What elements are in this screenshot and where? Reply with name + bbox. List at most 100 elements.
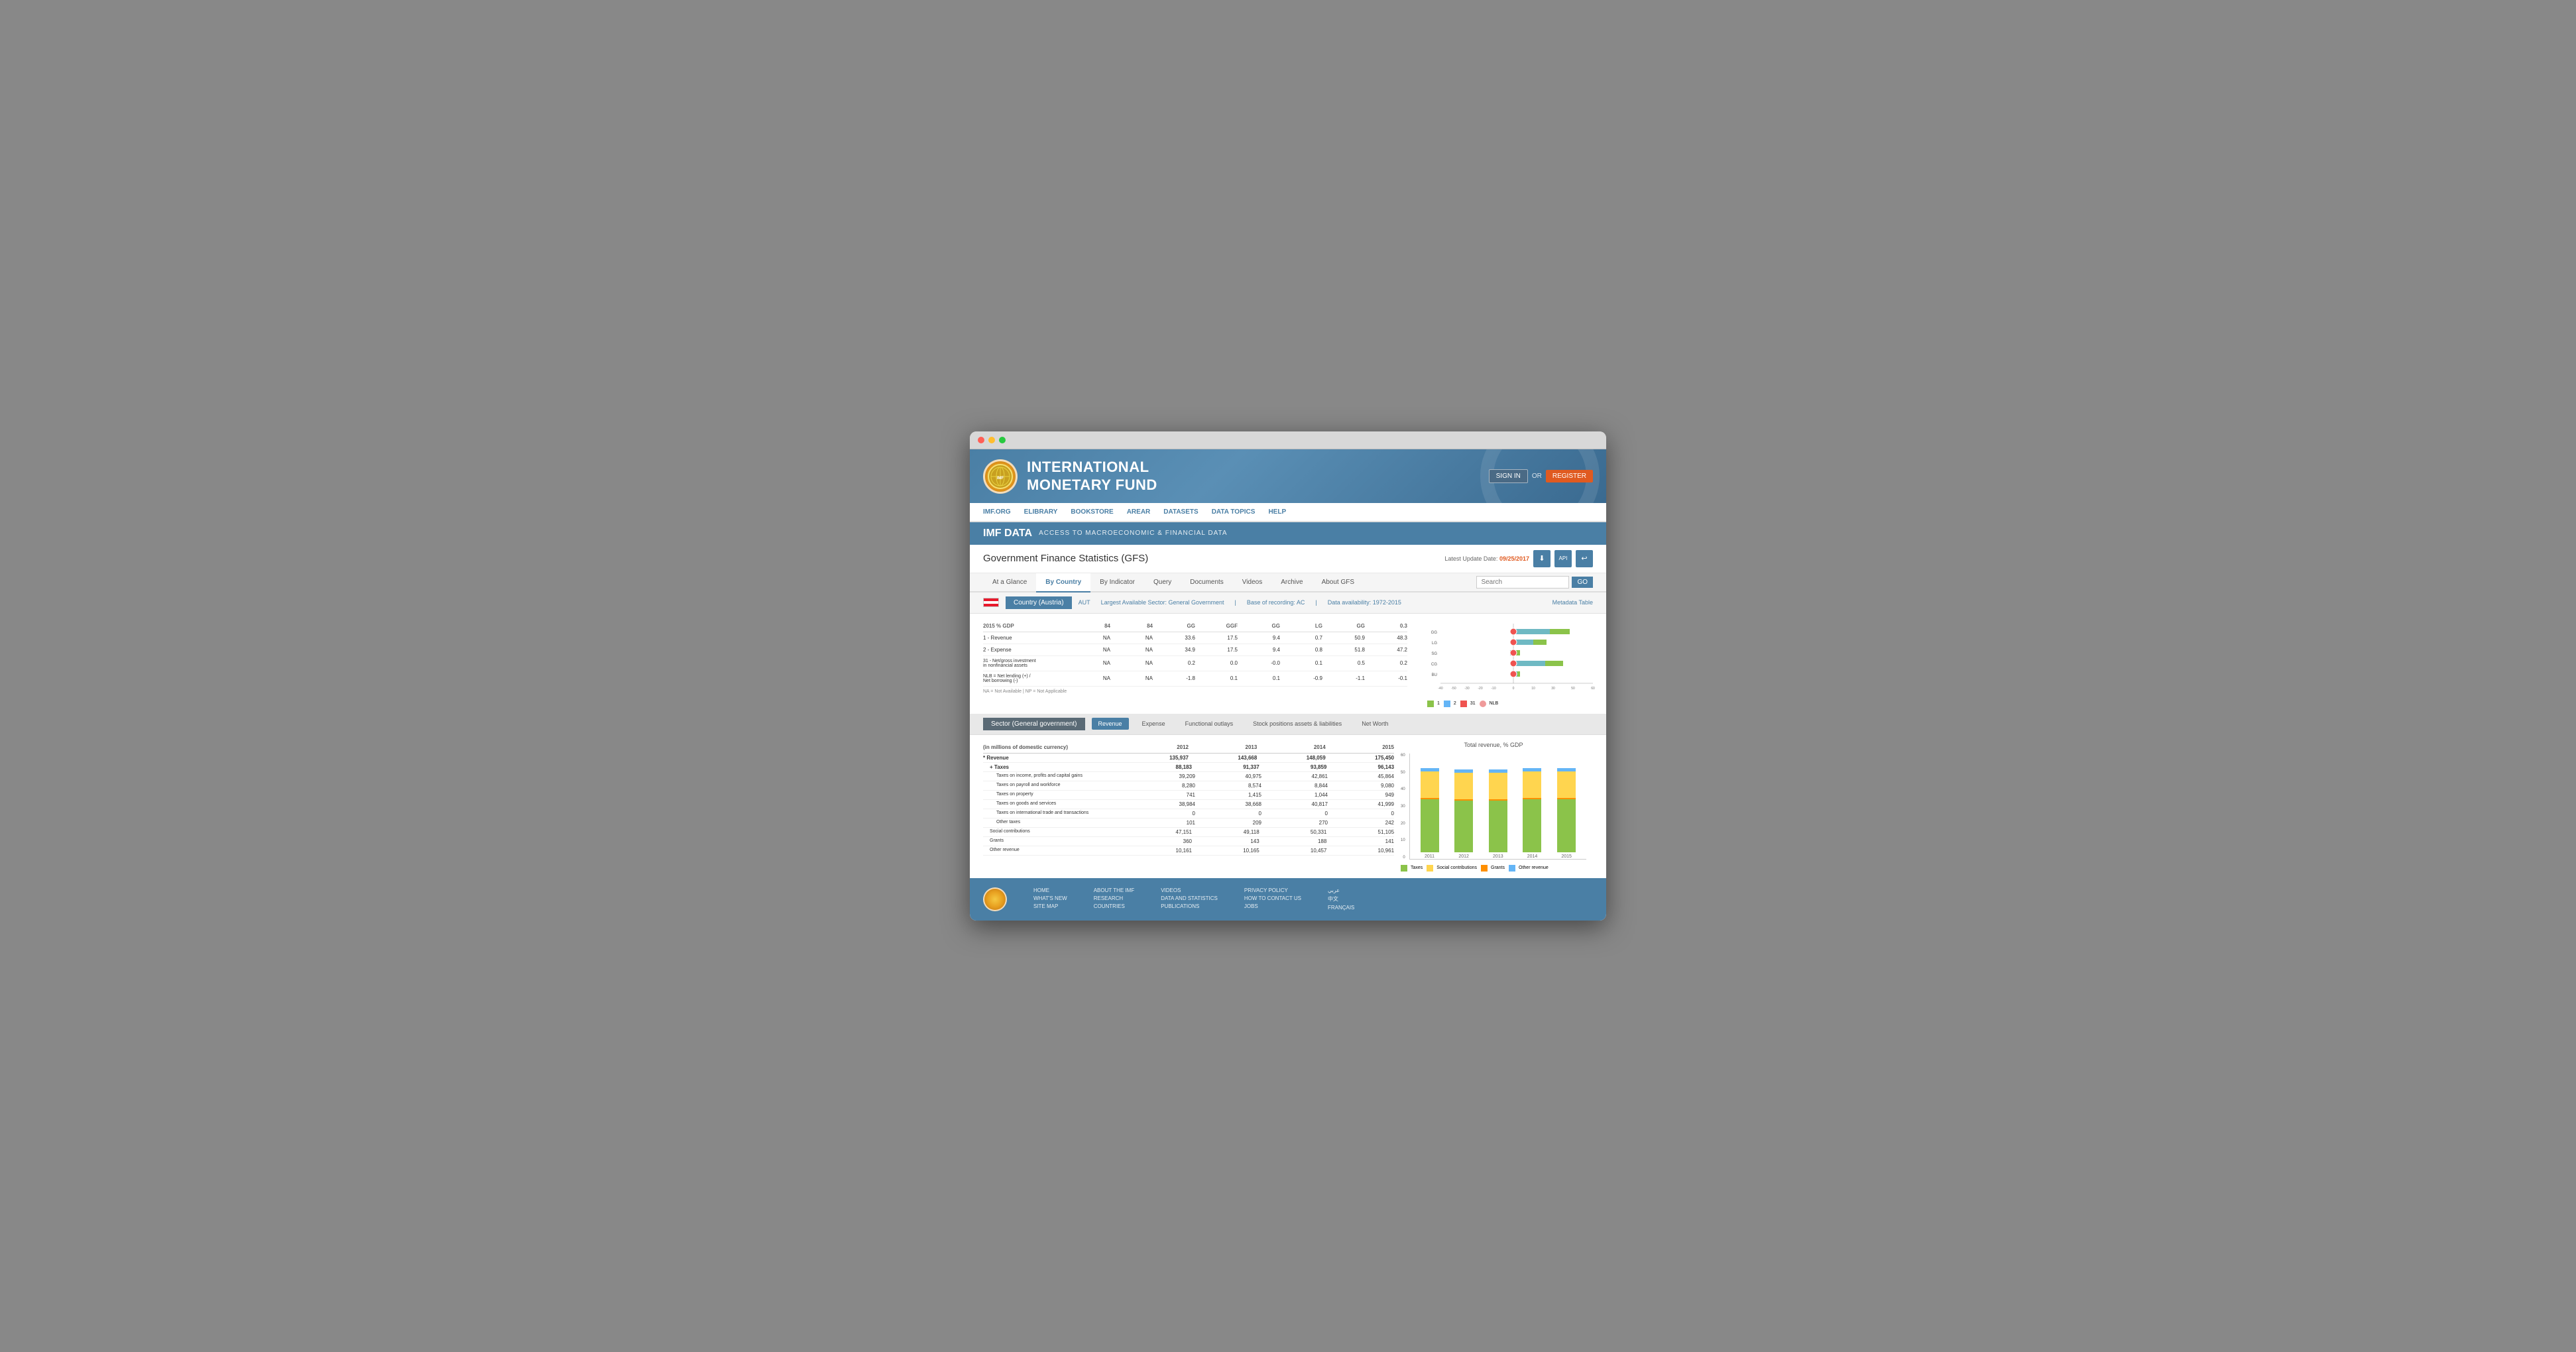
austria-flag-icon — [983, 598, 999, 607]
nav-bookstore[interactable]: BOOKSTORE — [1071, 503, 1113, 521]
data-availability: Data availability: 1972-2015 — [1328, 599, 1401, 606]
legend-label-nlb: NLB — [1490, 701, 1499, 706]
svg-text:-20: -20 — [1478, 687, 1482, 691]
tab-bar: At a Glance By Country By Indicator Quer… — [970, 573, 1606, 592]
currency-note: (in millions of domestic currency) — [983, 744, 1120, 750]
sector-tab-networth[interactable]: Net Worth — [1355, 718, 1395, 730]
imf-logo-icon: IMF — [983, 459, 1018, 494]
footer-link-whats-new[interactable]: WHAT'S NEW — [1033, 895, 1067, 901]
sector-tab-revenue[interactable]: Revenue — [1092, 718, 1129, 730]
tab-documents[interactable]: Documents — [1181, 573, 1233, 592]
footer-link-arabic[interactable]: عربي — [1328, 887, 1354, 893]
tab-about-gfs[interactable]: About GFS — [1313, 573, 1364, 592]
tab-query[interactable]: Query — [1144, 573, 1181, 592]
svg-text:0: 0 — [1513, 687, 1515, 691]
nav-elibrary[interactable]: ELIBRARY — [1024, 503, 1058, 521]
legend-taxes: Taxes — [1401, 865, 1423, 872]
legend-grants-chart: Grants — [1481, 865, 1505, 872]
stacked-chart-legend: Taxes Social contributions Grants Other … — [1401, 865, 1586, 872]
col-84b: 84 — [1110, 623, 1153, 629]
bar-2014: 2014 — [1518, 768, 1547, 859]
signin-button[interactable]: SIGN IN — [1489, 469, 1528, 483]
table-row-nlb: NLB = Net lending (+) /Net borrowing (-)… — [983, 671, 1407, 687]
nlb-label: NLB = Net lending (+) /Net borrowing (-) — [983, 674, 1068, 683]
footer-link-about[interactable]: ABOUT THE IMF — [1094, 887, 1135, 893]
legend-label-social: Social contributions — [1436, 866, 1477, 870]
search-input[interactable] — [1476, 576, 1569, 589]
svg-text:CG: CG — [1431, 663, 1437, 667]
nav-data-topics[interactable]: DATA TOPICS — [1212, 503, 1256, 521]
site-footer: HOME WHAT'S NEW SITE MAP ABOUT THE IMF R… — [970, 878, 1606, 921]
sector-tab-expense[interactable]: Expense — [1136, 718, 1172, 730]
footer-link-french[interactable]: FRANÇAIS — [1328, 905, 1354, 911]
nav-arear[interactable]: AREAR — [1127, 503, 1151, 521]
footer-link-research[interactable]: RESEARCH — [1094, 895, 1135, 901]
legend-item-2: 2 — [1444, 701, 1456, 707]
table-row-income-tax: Taxes on income, profits and capital gai… — [983, 772, 1394, 781]
footer-link-jobs[interactable]: JOBS — [1244, 903, 1301, 909]
footer-link-chinese[interactable]: 中文 — [1328, 895, 1354, 903]
tab-by-country[interactable]: By Country — [1036, 573, 1090, 592]
sector-tab-functional[interactable]: Functional outlays — [1179, 718, 1240, 730]
table-row-trade-tax: Taxes on international trade and transac… — [983, 809, 1394, 818]
browser-window: IMF INTERNATIONAL MONETARY FUND SIGN IN … — [970, 431, 1606, 921]
footer-link-home[interactable]: HOME — [1033, 887, 1067, 893]
update-date: Latest Update Date: 09/25/2017 — [1444, 555, 1529, 562]
header-left: IMF INTERNATIONAL MONETARY FUND — [983, 459, 1157, 494]
tab-at-a-glance[interactable]: At a Glance — [983, 573, 1036, 592]
tab-videos[interactable]: Videos — [1233, 573, 1271, 592]
country-selector-button[interactable]: Country (Austria) — [1006, 596, 1072, 609]
footer-col-1: HOME WHAT'S NEW SITE MAP — [1033, 887, 1067, 911]
sector-tab-stock[interactable]: Stock positions assets & liabilities — [1246, 718, 1348, 730]
legend-item-1: 1 — [1427, 701, 1440, 707]
maximize-dot[interactable] — [999, 437, 1006, 443]
legend-item-nlb: NLB — [1480, 701, 1499, 707]
footer-col-4: PRIVACY POLICY HOW TO CONTACT US JOBS — [1244, 887, 1301, 911]
share-button[interactable]: ↩ — [1576, 550, 1593, 567]
footer-link-site-map[interactable]: SITE MAP — [1033, 903, 1067, 909]
footer-logo-icon — [983, 887, 1007, 911]
footer-link-countries[interactable]: COUNTRIES — [1094, 903, 1135, 909]
footer-link-privacy[interactable]: PRIVACY POLICY — [1244, 887, 1301, 893]
col-03: 0.3 — [1365, 623, 1407, 629]
footer-col-2: ABOUT THE IMF RESEARCH COUNTRIES — [1094, 887, 1135, 911]
table-row-revenue: 1 - Revenue NA NA 33.6 17.5 9.4 0.7 50.9… — [983, 632, 1407, 644]
table-header-row: 2015 % GDP 84 84 GG GGF GG LG GG 0.3 — [983, 620, 1407, 632]
table-row-expense: 2 - Expense NA NA 34.9 17.5 9.4 0.8 51.8… — [983, 644, 1407, 656]
legend-label-taxes: Taxes — [1411, 866, 1423, 870]
nav-datasets[interactable]: DATASETS — [1163, 503, 1198, 521]
footer-link-videos[interactable]: VIDEOS — [1161, 887, 1218, 893]
footer-link-data-stats[interactable]: DATA AND STATISTICS — [1161, 895, 1218, 901]
download-button[interactable]: ⬇ — [1533, 550, 1551, 567]
footer-link-publications[interactable]: PUBLICATIONS — [1161, 903, 1218, 909]
sector-selector-button[interactable]: Sector (General government) — [983, 718, 1085, 730]
tab-by-indicator[interactable]: By Indicator — [1090, 573, 1144, 592]
base-recording: Base of recording: AC — [1247, 599, 1305, 606]
register-button[interactable]: REGISTER — [1546, 470, 1593, 482]
horizontal-bar-chart-svg: GG LG SG CG BU — [1427, 620, 1600, 693]
country-code: AUT — [1079, 599, 1090, 606]
data-banner-subtitle: ACCESS TO MACROECONOMIC & FINANCIAL DATA — [1039, 530, 1227, 537]
footer-link-contact[interactable]: HOW TO CONTACT US — [1244, 895, 1301, 901]
sector-bar: Sector (General government) Revenue Expe… — [970, 714, 1606, 735]
search-go-button[interactable]: GO — [1572, 577, 1593, 588]
nav-help[interactable]: HELP — [1268, 503, 1286, 521]
data-banner: IMF DATA ACCESS TO MACROECONOMIC & FINAN… — [970, 522, 1606, 545]
revenue-table-header: (in millions of domestic currency) 2012 … — [983, 742, 1394, 754]
api-button[interactable]: API — [1554, 550, 1572, 567]
table-row-revenue-total: * Revenue 135,937 143,668 148,059 175,45… — [983, 754, 1394, 763]
nav-imf-org[interactable]: IMF.ORG — [983, 503, 1011, 521]
gfs-title-bar: Government Finance Statistics (GFS) Late… — [970, 545, 1606, 573]
investment-label: 31 - Net/gross investmentin nonfinancial… — [983, 659, 1068, 668]
header-title: INTERNATIONAL MONETARY FUND — [1027, 459, 1157, 494]
metadata-link[interactable]: Metadata Table — [1552, 599, 1593, 606]
main-data-top: 2015 % GDP 84 84 GG GGF GG LG GG 0.3 1 -… — [970, 614, 1606, 714]
tab-archive[interactable]: Archive — [1271, 573, 1312, 592]
chart-title: Total revenue, % GDP — [1401, 742, 1586, 748]
col-label-header: 2015 % GDP — [983, 623, 1068, 629]
svg-text:-50: -50 — [1451, 687, 1456, 691]
close-dot[interactable] — [978, 437, 984, 443]
bar-label-2015: 2015 — [1561, 854, 1572, 859]
minimize-dot[interactable] — [988, 437, 995, 443]
svg-text:BU: BU — [1432, 673, 1437, 677]
